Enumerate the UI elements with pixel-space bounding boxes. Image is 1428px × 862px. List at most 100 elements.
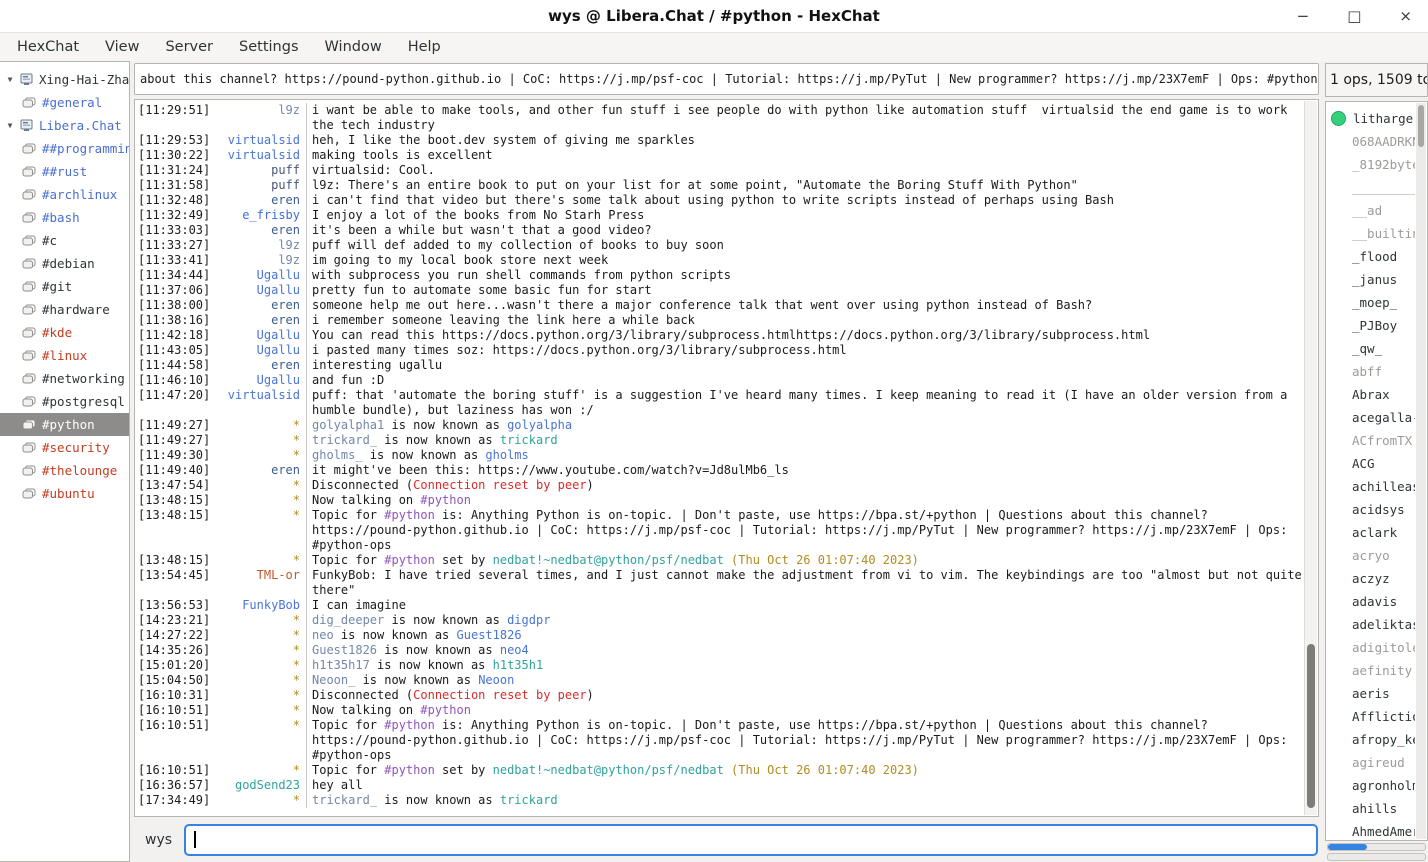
chat-nick[interactable]: e_frisby: [214, 208, 306, 223]
user-list-item[interactable]: ACfromTX: [1331, 429, 1415, 452]
sidebar-server-Libera.Chat[interactable]: ▼Libera.Chat: [0, 114, 129, 137]
maximize-button[interactable]: □: [1347, 9, 1361, 24]
user-list-item[interactable]: adavis: [1331, 590, 1415, 613]
chat-nick[interactable]: *: [214, 433, 306, 448]
chat-nick[interactable]: virtualsid: [214, 133, 306, 148]
user-list-item[interactable]: adeliktas: [1331, 613, 1415, 636]
chat-nick[interactable]: eren: [214, 193, 306, 208]
chat-nick[interactable]: *: [214, 643, 306, 658]
chat-scrollbar[interactable]: [1304, 101, 1317, 815]
user-list-item[interactable]: abff: [1331, 360, 1415, 383]
minimize-button[interactable]: −: [1297, 9, 1310, 24]
chat-nick[interactable]: *: [214, 658, 306, 673]
user-list-item[interactable]: _________: [1331, 176, 1415, 199]
sidebar-item-programming[interactable]: ##programming: [0, 137, 129, 160]
expander-icon[interactable]: ▼: [3, 121, 17, 130]
sidebar-item-kde[interactable]: #kde: [0, 321, 129, 344]
chat-nick[interactable]: Ugallu: [214, 268, 306, 283]
sidebar-item-general[interactable]: #general: [0, 91, 129, 114]
message-input[interactable]: [184, 824, 1318, 856]
user-list-item[interactable]: aeris: [1331, 682, 1415, 705]
chat-nick[interactable]: *: [214, 448, 306, 463]
user-list-item[interactable]: __builtin: [1331, 222, 1415, 245]
user-list-item[interactable]: _qw_: [1331, 337, 1415, 360]
user-list-item[interactable]: ACG: [1331, 452, 1415, 475]
user-list-item[interactable]: achilleas: [1331, 475, 1415, 498]
user-list-item[interactable]: Affliction: [1331, 705, 1415, 728]
sidebar-item-security[interactable]: #security: [0, 436, 129, 459]
user-list-item[interactable]: litharge: [1331, 107, 1415, 130]
sidebar-item-debian[interactable]: #debian: [0, 252, 129, 275]
chat-nick[interactable]: virtualsid: [214, 388, 306, 418]
chat-nick[interactable]: Ugallu: [214, 373, 306, 388]
user-list-item[interactable]: adigitole: [1331, 636, 1415, 659]
sidebar-item-archlinux[interactable]: #archlinux: [0, 183, 129, 206]
chat-nick[interactable]: *: [214, 613, 306, 628]
chat-nick[interactable]: l9z: [214, 253, 306, 268]
user-list-item[interactable]: _PJBoy: [1331, 314, 1415, 337]
chat-nick[interactable]: *: [214, 478, 306, 493]
chat-nick[interactable]: *: [214, 553, 306, 568]
sidebar-item-git[interactable]: #git: [0, 275, 129, 298]
close-button[interactable]: ×: [1399, 9, 1412, 24]
sidebar-item-rust[interactable]: ##rust: [0, 160, 129, 183]
sidebar-server-Xing-Hai-Zhan[interactable]: ▼Xing-Hai-Zhan: [0, 68, 129, 91]
user-list-item[interactable]: _flood: [1331, 245, 1415, 268]
menu-item-window[interactable]: Window: [312, 35, 395, 59]
nick-button[interactable]: wys: [135, 832, 184, 848]
chat-nick[interactable]: Ugallu: [214, 328, 306, 343]
user-list-scrollbar-thumb[interactable]: [1418, 105, 1424, 147]
sidebar-item-python[interactable]: #python: [0, 413, 129, 436]
chat-nick[interactable]: *: [214, 418, 306, 433]
user-list-item[interactable]: AhmedAmer: [1331, 820, 1415, 841]
topic-input[interactable]: about this channel? https://pound-python…: [134, 63, 1319, 95]
sidebar-item-thelounge[interactable]: #thelounge: [0, 459, 129, 482]
user-list-item[interactable]: _8192byte: [1331, 153, 1415, 176]
chat-nick[interactable]: *: [214, 493, 306, 508]
chat-nick[interactable]: l9z: [214, 103, 306, 133]
user-list-item[interactable]: agronholm: [1331, 774, 1415, 797]
chat-nick[interactable]: *: [214, 703, 306, 718]
chat-nick[interactable]: puff: [214, 178, 306, 193]
chat-nick[interactable]: FunkyBob: [214, 598, 306, 613]
user-list-scrollbar[interactable]: [1416, 103, 1426, 839]
chat-nick[interactable]: godSend23: [214, 778, 306, 793]
user-list-item[interactable]: _moep_: [1331, 291, 1415, 314]
user-list-item[interactable]: Abrax: [1331, 383, 1415, 406]
sidebar-item-ubuntu[interactable]: #ubuntu: [0, 482, 129, 505]
user-list-item[interactable]: acegalla-: [1331, 406, 1415, 429]
menu-item-hexchat[interactable]: HexChat: [4, 35, 92, 59]
user-list-item[interactable]: aczyz: [1331, 567, 1415, 590]
chat-scrollbar-thumb[interactable]: [1307, 644, 1315, 808]
chat-nick[interactable]: Ugallu: [214, 343, 306, 358]
user-list-item[interactable]: acryo: [1331, 544, 1415, 567]
expander-icon[interactable]: ▼: [3, 75, 17, 84]
sidebar-item-bash[interactable]: #bash: [0, 206, 129, 229]
chat-nick[interactable]: virtualsid: [214, 148, 306, 163]
user-list-item[interactable]: _janus: [1331, 268, 1415, 291]
chat-nick[interactable]: *: [214, 508, 306, 553]
user-list-item[interactable]: aefinity: [1331, 659, 1415, 682]
chat-nick[interactable]: *: [214, 718, 306, 763]
chat-nick[interactable]: *: [214, 688, 306, 703]
user-list-item[interactable]: __ad: [1331, 199, 1415, 222]
sidebar-item-networking[interactable]: #networking: [0, 367, 129, 390]
chat-nick[interactable]: *: [214, 793, 306, 808]
user-list-item[interactable]: aclark: [1331, 521, 1415, 544]
chat-nick[interactable]: eren: [214, 358, 306, 373]
chat-nick[interactable]: *: [214, 628, 306, 643]
sidebar-item-linux[interactable]: #linux: [0, 344, 129, 367]
sidebar-item-postgresql[interactable]: #postgresql: [0, 390, 129, 413]
chat-nick[interactable]: *: [214, 673, 306, 688]
user-list-item[interactable]: 068AADRKN: [1331, 130, 1415, 153]
chat-nick[interactable]: eren: [214, 298, 306, 313]
chat-nick[interactable]: *: [214, 763, 306, 778]
chat-nick[interactable]: l9z: [214, 238, 306, 253]
chat-nick[interactable]: puff: [214, 163, 306, 178]
menu-item-help[interactable]: Help: [395, 35, 454, 59]
user-list-item[interactable]: agireud: [1331, 751, 1415, 774]
user-list-item[interactable]: ahills: [1331, 797, 1415, 820]
menu-item-server[interactable]: Server: [152, 35, 226, 59]
user-list-item[interactable]: acidsys: [1331, 498, 1415, 521]
sidebar-item-hardware[interactable]: #hardware: [0, 298, 129, 321]
